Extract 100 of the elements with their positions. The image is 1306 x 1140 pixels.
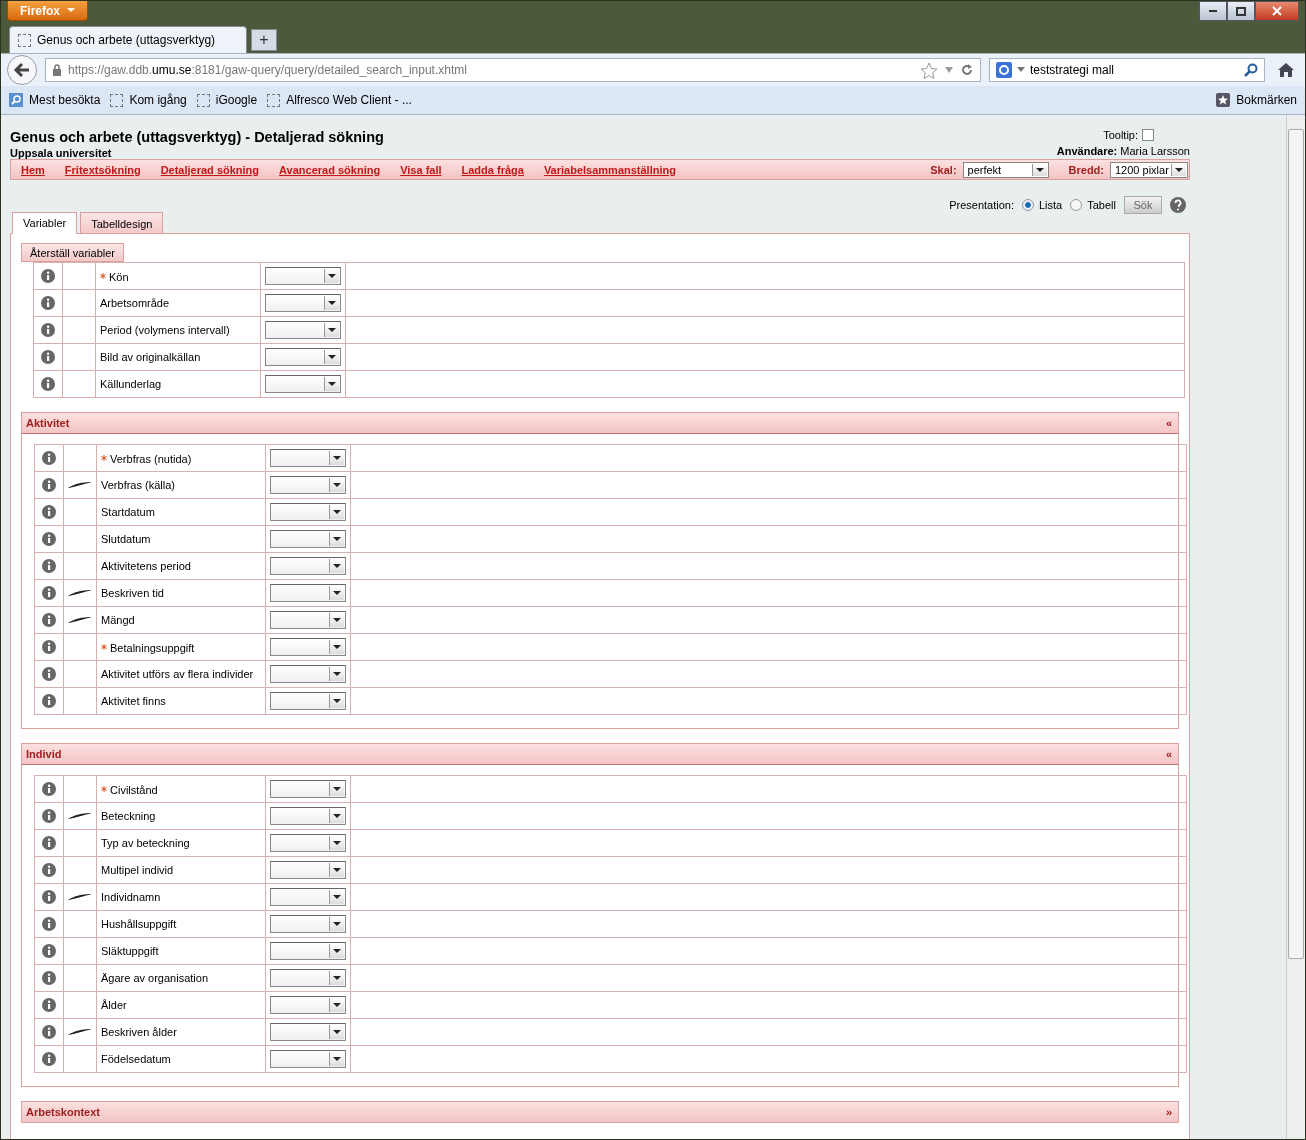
maximize-button[interactable]: [1227, 1, 1255, 21]
help-icon[interactable]: [1170, 197, 1186, 213]
variable-select[interactable]: [270, 888, 346, 906]
info-icon[interactable]: [42, 451, 56, 465]
variable-select[interactable]: [270, 476, 346, 494]
info-icon[interactable]: [42, 1052, 56, 1066]
info-icon[interactable]: [41, 350, 55, 364]
nav-link[interactable]: Fritextsökning: [64, 163, 141, 176]
tab[interactable]: Variabler: [12, 212, 78, 234]
nav-link[interactable]: Hem: [21, 163, 45, 176]
variable-select[interactable]: [270, 611, 346, 629]
browser-tab[interactable]: Genus och arbete (uttagsverktyg): [9, 26, 247, 53]
info-icon[interactable]: [42, 559, 56, 573]
variable-select[interactable]: [270, 584, 346, 602]
info-icon[interactable]: [42, 836, 56, 850]
radio-option[interactable]: Tabell: [1070, 199, 1116, 211]
width-select[interactable]: 1200 pixlar: [1110, 161, 1188, 178]
variable-select[interactable]: [270, 449, 346, 467]
nav-link[interactable]: Avancerad sökning: [279, 163, 381, 176]
variable-select[interactable]: [270, 692, 346, 710]
variable-select[interactable]: [270, 861, 346, 879]
variable-select[interactable]: [265, 294, 341, 312]
variable-select[interactable]: [270, 557, 346, 575]
info-icon[interactable]: [42, 667, 56, 681]
info-icon[interactable]: [42, 694, 56, 708]
variable-label: Multipel individ: [101, 864, 174, 876]
variable-select[interactable]: [270, 665, 346, 683]
bookmark-item[interactable]: Alfresco Web Client - ...: [267, 93, 412, 107]
variable-select[interactable]: [270, 780, 346, 798]
variable-select[interactable]: [270, 942, 346, 960]
info-icon[interactable]: [42, 586, 56, 600]
nav-link[interactable]: Variabelsammanställning: [543, 163, 676, 176]
info-icon[interactable]: [42, 971, 56, 985]
radio-option[interactable]: Lista: [1022, 199, 1063, 211]
info-icon[interactable]: [42, 782, 56, 796]
variable-select[interactable]: [270, 834, 346, 852]
address-bar[interactable]: https://gaw.ddb.umu.se:8181/gaw-query/query/detailed_search_input.xhtml: [45, 58, 981, 82]
reload-icon[interactable]: [960, 63, 974, 77]
variable-select[interactable]: [265, 321, 341, 339]
star-icon[interactable]: [920, 61, 938, 79]
info-icon[interactable]: [42, 863, 56, 877]
bookmark-item[interactable]: iGoogle: [196, 93, 258, 107]
info-icon[interactable]: [41, 377, 55, 391]
info-icon[interactable]: [41, 269, 55, 283]
close-button[interactable]: [1255, 1, 1299, 21]
search-field[interactable]: teststrategi mall: [989, 58, 1265, 82]
info-icon[interactable]: [42, 478, 56, 492]
variable-select[interactable]: [270, 915, 346, 933]
info-icon[interactable]: [41, 323, 55, 337]
info-icon[interactable]: [42, 944, 56, 958]
info-icon[interactable]: [42, 998, 56, 1012]
variable-select[interactable]: [270, 807, 346, 825]
info-icon[interactable]: [42, 890, 56, 904]
collapse-toggle[interactable]: »: [1165, 1106, 1172, 1118]
variable-select[interactable]: [270, 503, 346, 521]
section-header[interactable]: Aktivitet «: [21, 412, 1179, 434]
home-icon[interactable]: [1277, 62, 1295, 78]
info-icon[interactable]: [42, 613, 56, 627]
scale-select[interactable]: perfekt: [962, 161, 1049, 178]
info-icon[interactable]: [42, 505, 56, 519]
variable-select[interactable]: [265, 375, 341, 393]
search-icon[interactable]: [1244, 63, 1258, 77]
back-button[interactable]: [7, 55, 37, 85]
minimize-button[interactable]: [1199, 1, 1227, 21]
dropdown-icon[interactable]: [944, 66, 954, 74]
info-icon[interactable]: [42, 917, 56, 931]
section-header[interactable]: Individ «: [21, 743, 1179, 765]
dropdown-icon[interactable]: [1017, 67, 1025, 73]
new-tab-button[interactable]: +: [251, 29, 277, 51]
star-icon: [1216, 93, 1231, 107]
variable-select[interactable]: [265, 267, 341, 285]
variable-label: Civilstånd: [110, 784, 158, 796]
variable-select[interactable]: [270, 638, 346, 656]
tooltip-checkbox[interactable]: [1142, 129, 1154, 141]
variable-select[interactable]: [270, 1050, 346, 1068]
bookmark-item[interactable]: Mest besökta: [9, 93, 101, 107]
variable-select[interactable]: [270, 969, 346, 987]
page-icon: [110, 93, 124, 107]
bookmark-item[interactable]: Kom igång: [110, 93, 187, 107]
variable-select[interactable]: [270, 530, 346, 548]
bookmarks-menu-button[interactable]: Bokmärken: [1216, 93, 1297, 107]
variable-select[interactable]: [270, 996, 346, 1014]
info-icon[interactable]: [42, 640, 56, 654]
section-header[interactable]: Arbetskontext »: [21, 1101, 1179, 1123]
info-icon[interactable]: [41, 296, 55, 310]
variable-select[interactable]: [270, 1023, 346, 1041]
info-icon[interactable]: [42, 532, 56, 546]
collapse-toggle[interactable]: «: [1165, 417, 1172, 429]
nav-link[interactable]: Detaljerad sökning: [160, 163, 260, 176]
nav-link[interactable]: Visa fall: [400, 163, 442, 176]
info-icon[interactable]: [42, 809, 56, 823]
collapse-toggle[interactable]: «: [1165, 748, 1172, 760]
tab[interactable]: Tabelldesign: [80, 212, 164, 233]
variable-select[interactable]: [265, 348, 341, 366]
reset-variables-button[interactable]: Återställ variabler: [21, 243, 124, 262]
scrollbar[interactable]: [1286, 115, 1305, 1139]
search-button[interactable]: Sök: [1124, 196, 1162, 214]
nav-link[interactable]: Ladda fråga: [461, 163, 524, 176]
info-icon[interactable]: [42, 1025, 56, 1039]
search-engine-icon[interactable]: [996, 62, 1012, 78]
